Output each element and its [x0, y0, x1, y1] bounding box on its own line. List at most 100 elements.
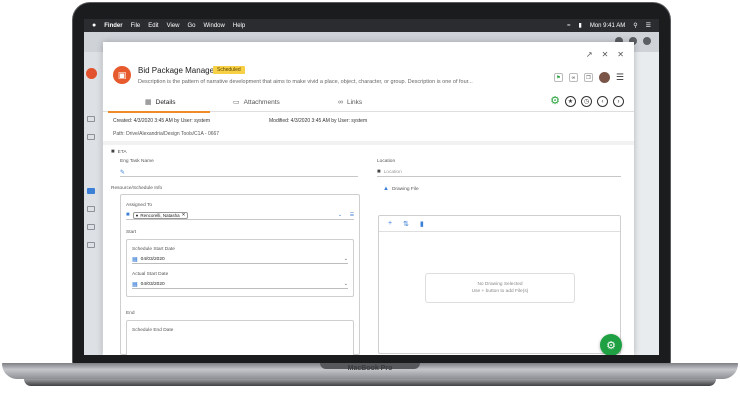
star-icon[interactable]: ★ — [565, 96, 576, 107]
modified-info: Modified: 4/3/2020 3:45 AM by User: syst… — [269, 118, 368, 124]
background-checkbox[interactable] — [87, 242, 95, 248]
assignee-name: Rencorelli, Natasha — [140, 212, 180, 218]
chevron-down-icon[interactable]: ⌄ — [344, 256, 348, 262]
assignee-chip[interactable]: ● Rencorelli, Natasha ✕ — [132, 211, 189, 219]
background-checkbox[interactable] — [87, 188, 95, 194]
background-icon[interactable] — [643, 37, 651, 45]
eng-task-label: Eng Task Name — [120, 159, 154, 164]
location-icon: ■ — [377, 169, 381, 175]
calendar-icon: ▦ — [132, 256, 138, 263]
eta-icon: ■ — [111, 149, 115, 155]
wifi-icon[interactable]: ≈ — [567, 23, 570, 29]
screen: ● Finder File Edit View Go Window Help ≈… — [84, 19, 659, 355]
path-info: Path: Drive/Alexandria/Design Tools/C1A … — [113, 131, 220, 137]
menu-view[interactable]: View — [167, 23, 180, 29]
settings-gear-icon[interactable]: ⚙ — [550, 96, 560, 107]
menu-finder[interactable]: Finder — [104, 23, 122, 29]
tab-links[interactable]: ∞ Links — [338, 92, 362, 112]
location-field[interactable]: ■ Location — [377, 168, 621, 177]
dialog-title: Bid Package Manager — [138, 66, 217, 75]
tab-label: Details — [155, 98, 176, 106]
tab-label: Attachments — [243, 98, 280, 106]
assigned-to-field[interactable]: ■ ● Rencorelli, Natasha ✕ ⌄ ☰ — [126, 211, 354, 220]
menu-window[interactable]: Window — [204, 23, 225, 29]
floating-settings-button[interactable]: ⚙ — [600, 334, 622, 355]
background-checkbox[interactable] — [87, 134, 95, 140]
close-icon[interactable]: ✕ — [617, 50, 624, 59]
chevron-left-icon[interactable]: ‹ — [597, 96, 608, 107]
dialog-description: Description is the pattern of narrative … — [138, 79, 473, 85]
chip-person-icon: ● — [135, 212, 139, 218]
edit-icon: ✎ — [120, 169, 126, 176]
background-checkbox[interactable] — [87, 206, 95, 212]
schedule-end-label: Schedule End Date — [132, 328, 174, 333]
bookmark-icon[interactable]: ⚑ — [553, 73, 563, 82]
search-icon[interactable]: ⚲ — [633, 22, 637, 29]
control-center-icon[interactable]: ☰ — [646, 22, 651, 29]
tab-label: Links — [347, 98, 363, 106]
created-info: Created: 4/3/2020 3:45 AM by User: syste… — [113, 118, 210, 124]
eng-task-field[interactable]: ✎ — [120, 168, 358, 177]
drawing-file-heading: ▲ Drawing File — [383, 186, 419, 192]
laptop-base-foot — [24, 379, 716, 386]
person-icon: ■ — [126, 212, 130, 218]
assigned-to-label: Assigned To — [126, 203, 153, 208]
collapse-icon[interactable]: ✕ — [602, 50, 609, 59]
battery-icon[interactable]: ▮ — [579, 22, 582, 29]
eta-label: ETA — [117, 149, 127, 155]
briefcase-icon: ▣ — [113, 66, 131, 84]
drawing-icon: ▲ — [383, 186, 389, 192]
eta-section: ■ ETA — [111, 149, 127, 155]
timer-icon[interactable]: ◷ — [581, 96, 592, 107]
actual-start-value: 04/03/2020 — [140, 281, 165, 287]
trash-icon[interactable]: ▮ — [420, 220, 424, 228]
header-tools: ⚑ ∞ ❐ ☰ — [553, 72, 624, 83]
divider — [103, 141, 634, 145]
mac-menubar: ● Finder File Edit View Go Window Help ≈… — [84, 19, 659, 32]
schedule-start-field[interactable]: ▦ 04/03/2020 ⌄ — [132, 255, 348, 264]
menu-edit[interactable]: Edit — [148, 23, 158, 29]
link-icon[interactable]: ∞ — [568, 73, 578, 82]
menubar-clock[interactable]: Mon 9:41 AM — [590, 23, 625, 29]
bid-package-dialog: ↗ ✕ ✕ ▣ Bid Package Manager Scheduled De… — [103, 42, 634, 355]
background-checkbox[interactable] — [87, 116, 95, 122]
apple-icon[interactable]: ● — [92, 22, 96, 29]
chevron-down-icon[interactable]: ⌄ — [338, 213, 342, 218]
resource-panel: Assigned To ■ ● Rencorelli, Natasha ✕ ⌄ … — [120, 194, 360, 355]
copy-icon[interactable]: ❐ — [583, 73, 593, 82]
chip-remove-icon[interactable]: ✕ — [182, 212, 186, 218]
share-icon[interactable]: ⇅ — [403, 220, 409, 228]
chevron-right-icon[interactable]: › — [613, 96, 624, 107]
empty-title: No Drawing Selected — [477, 282, 523, 287]
drawing-file-panel: + ⇅ ▮ No Drawing Selected Use + button t… — [378, 215, 621, 354]
background-sidebar — [84, 52, 102, 355]
actual-start-label: Actual Start Date — [132, 272, 169, 277]
start-box: Schedule Start Date ▦ 04/03/2020 ⌄ Actua… — [126, 239, 354, 297]
gear-icon: ⚙ — [606, 339, 616, 352]
empty-state: No Drawing Selected Use + button to add … — [425, 273, 575, 303]
menu-go[interactable]: Go — [188, 23, 196, 29]
tab-actions: ⚙ ★ ◷ ‹ › — [550, 96, 624, 107]
window-buttons: ↗ ✕ ✕ — [586, 50, 624, 59]
status-badge: Scheduled — [213, 66, 245, 74]
schedule-start-value: 04/03/2020 — [140, 256, 165, 262]
avatar[interactable] — [598, 72, 610, 83]
drawing-label: Drawing File — [391, 186, 419, 192]
popout-icon[interactable]: ↗ — [586, 50, 593, 59]
drawing-toolbar: + ⇅ ▮ — [379, 216, 620, 232]
paperclip-icon: ▭ — [233, 99, 240, 106]
tab-attachments[interactable]: ▭ Attachments — [233, 92, 280, 112]
empty-hint: Use + button to add File(s) — [471, 289, 529, 294]
menu-file[interactable]: File — [131, 23, 141, 29]
background-app-logo — [86, 68, 97, 79]
menu-help[interactable]: Help — [233, 23, 245, 29]
background-checkbox[interactable] — [87, 224, 95, 230]
tab-details[interactable]: ▦ Details — [145, 92, 176, 112]
chevron-down-icon[interactable]: ⌄ — [344, 281, 348, 287]
list-icon[interactable]: ☰ — [350, 213, 354, 218]
menu-icon[interactable]: ☰ — [616, 73, 624, 82]
add-icon[interactable]: + — [388, 220, 392, 227]
end-label: End — [126, 311, 135, 316]
actual-start-field[interactable]: ▦ 04/03/2020 ⌄ — [132, 280, 348, 289]
resource-label: Resource/Schedule Info — [111, 186, 163, 191]
